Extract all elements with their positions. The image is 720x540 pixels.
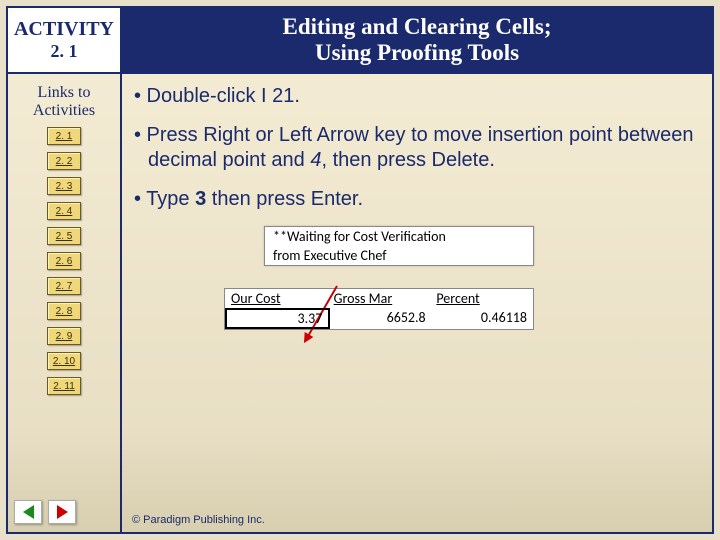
link-2-8[interactable]: 2. 8 [47,302,81,320]
link-2-11[interactable]: 2. 11 [47,377,81,395]
header: ACTIVITY 2. 1 Editing and Clearing Cells… [8,8,712,74]
link-2-10[interactable]: 2. 10 [47,352,81,370]
link-2-6[interactable]: 2. 6 [47,252,81,270]
nav-controls [14,500,76,524]
link-2-5[interactable]: 2. 5 [47,227,81,245]
col-gross-mar: Gross Mar [328,289,431,308]
excel-table: Our Cost Gross Mar Percent 3.37 6652.8 0… [224,288,534,330]
excel-note-line-1: **Waiting for Cost Verification [265,227,533,246]
copyright-footer: © Paradigm Publishing Inc. [132,514,265,526]
slide-title: Editing and Clearing Cells; Using Proofi… [122,8,712,72]
link-2-4[interactable]: 2. 4 [47,202,81,220]
excel-note-box: **Waiting for Cost Verification from Exe… [264,226,534,266]
sidebar-heading: Links to Activities [8,84,120,119]
sidebar: Links to Activities 2. 1 2. 2 2. 3 2. 4 … [8,74,122,532]
activity-number: 2. 1 [51,41,78,62]
link-2-2[interactable]: 2. 2 [47,152,81,170]
title-line-2: Using Proofing Tools [315,40,519,66]
prev-slide-button[interactable] [14,500,42,524]
excel-snippet: **Waiting for Cost Verification from Exe… [264,226,534,330]
table-data-row: 3.37 6652.8 0.46118 [225,308,533,329]
excel-note-line-2: from Executive Chef [265,246,533,265]
activity-label: ACTIVITY [14,18,114,41]
val-percent: 0.46118 [432,308,533,329]
bullet-2: • Press Right or Left Arrow key to move … [134,123,694,173]
content-area: • Double-click I 21. • Press Right or Le… [122,74,712,532]
col-percent: Percent [430,289,533,308]
link-2-3[interactable]: 2. 3 [47,177,81,195]
table-header-row: Our Cost Gross Mar Percent [225,289,533,308]
slide-frame: ACTIVITY 2. 1 Editing and Clearing Cells… [6,6,714,534]
digit-3: 3 [195,188,206,210]
digit-4: 4 [310,149,321,171]
title-line-1: Editing and Clearing Cells; [282,14,551,40]
val-gross-mar: 6652.8 [330,308,431,329]
activity-badge: ACTIVITY 2. 1 [8,8,122,72]
link-2-7[interactable]: 2. 7 [47,277,81,295]
bullet-3: • Type 3 then press Enter. [134,187,694,212]
link-2-9[interactable]: 2. 9 [47,327,81,345]
body: Links to Activities 2. 1 2. 2 2. 3 2. 4 … [8,74,712,532]
bullet-1: • Double-click I 21. [134,84,694,109]
link-2-1[interactable]: 2. 1 [47,127,81,145]
arrow-right-icon [57,505,68,519]
editing-cell: 3.37 [225,308,330,329]
cell-ref: I 21 [261,85,294,107]
col-our-cost: Our Cost [225,289,328,308]
arrow-left-icon [23,505,34,519]
next-slide-button[interactable] [48,500,76,524]
